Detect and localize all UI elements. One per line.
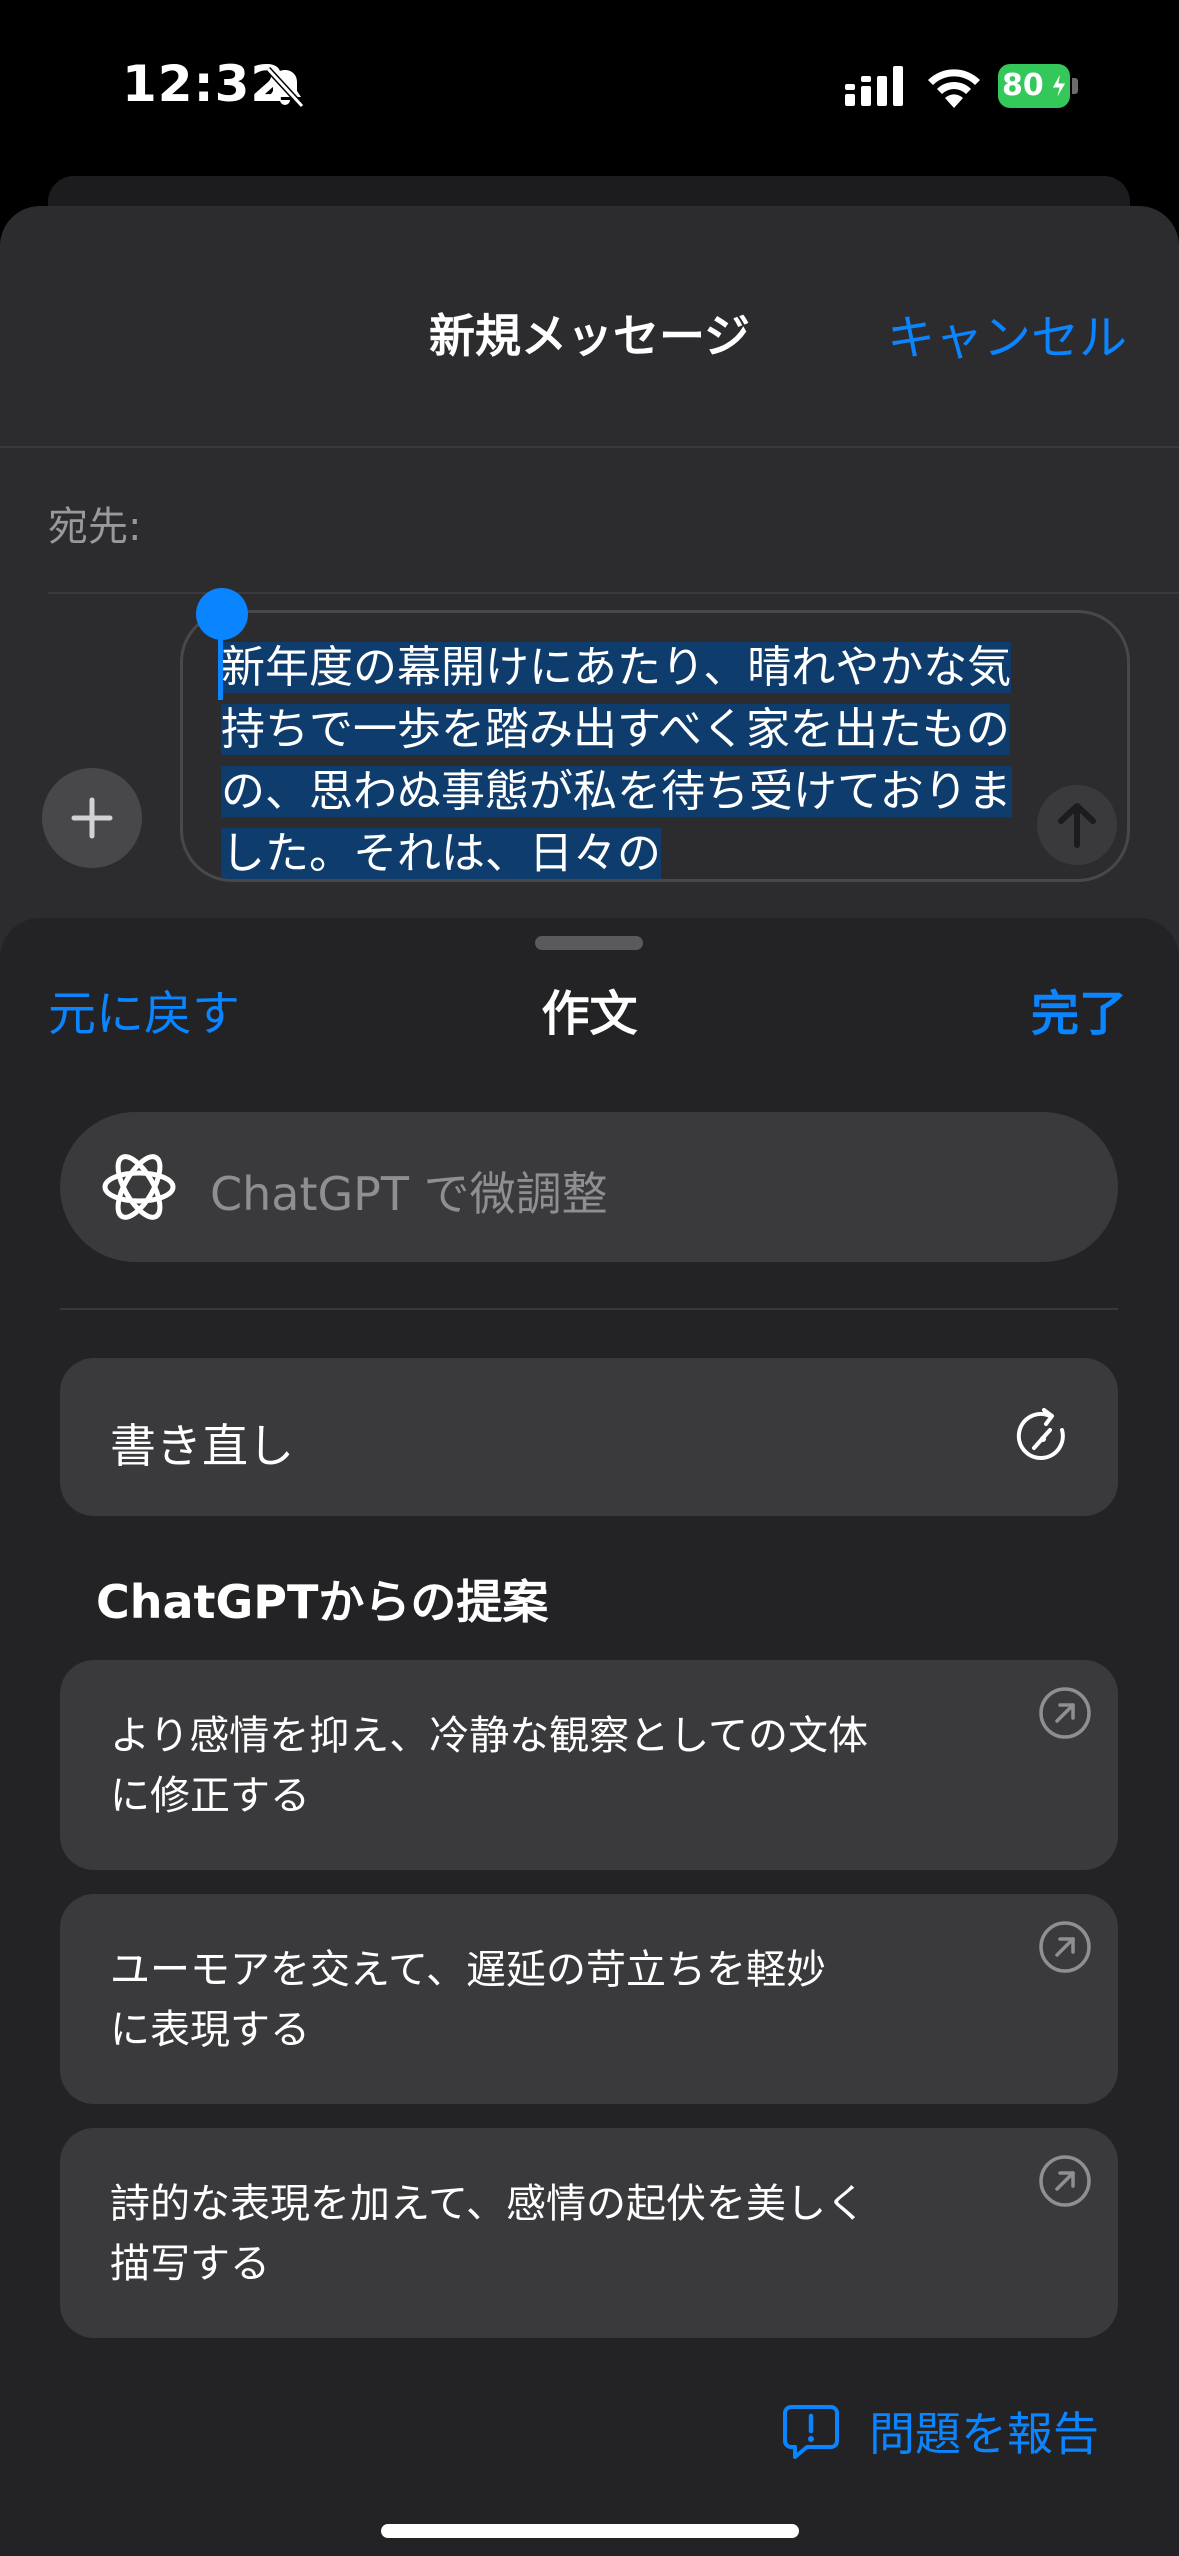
suggestion-line: 詩的な表現を加えて、感情の起伏を美しく (110, 2181, 866, 2227)
add-attachment-button[interactable] (42, 768, 142, 868)
arrow-up-right-circle-icon (1039, 1921, 1091, 1973)
done-button[interactable]: 完了 (1031, 974, 1127, 1044)
suggestion-line: より感情を抑え、冷静な観察としての文体 (110, 1713, 868, 1759)
chatgpt-placeholder: ChatGPT で微調整 (210, 1167, 608, 1221)
recipient-label: 宛先: (48, 504, 142, 550)
suggestion-line: ユーモアを交えて、遅延の苛立ちを軽妙 (110, 1947, 826, 1993)
chatgpt-refine-input[interactable]: ChatGPT で微調整 (60, 1112, 1118, 1262)
sheet-grabber[interactable] (535, 936, 643, 950)
battery-percent: 80 (1002, 68, 1044, 103)
suggestion-card[interactable]: 詩的な表現を加えて、感情の起伏を美しく 描写する (60, 2128, 1118, 2338)
rewrite-button[interactable]: 書き直し (60, 1358, 1118, 1516)
home-indicator[interactable] (381, 2524, 799, 2538)
suggestion-line: 描写する (110, 2241, 270, 2287)
panel-title: 作文 (541, 986, 638, 1042)
battery-charging-icon: 80 (998, 64, 1078, 108)
arrow-up-right-circle-icon (1039, 2155, 1091, 2207)
arrow-up-right-circle-icon (1039, 1687, 1091, 1739)
suggestion-card[interactable]: ユーモアを交えて、遅延の苛立ちを軽妙 に表現する (60, 1894, 1118, 2104)
header-divider (0, 446, 1179, 448)
panel-divider (60, 1308, 1118, 1310)
message-input[interactable]: 新年度の幕開けにあたり、晴れやかな気持ちで一歩を踏み出すべく家を出たものの、思わ… (180, 610, 1130, 882)
wifi-icon (928, 69, 980, 108)
message-text: 新年度の幕開けにあたり、晴れやかな気持ちで一歩を踏み出すべく家を出たものの、思わ… (221, 637, 1021, 879)
suggestion-card[interactable]: より感情を抑え、冷静な観察としての文体 に修正する (60, 1660, 1118, 1870)
report-issue-button[interactable]: 問題を報告 (781, 2396, 1099, 2466)
rewrite-label: 書き直し (110, 1419, 294, 1473)
suggestion-line: に表現する (110, 2007, 310, 2053)
bell-slash-icon (265, 66, 305, 109)
plus-icon (71, 797, 113, 839)
selection-caret (218, 620, 223, 700)
suggestion-text: より感情を抑え、冷静な観察としての文体 に修正する (110, 1706, 930, 1826)
status-bar: 12:32 80 (0, 0, 1179, 170)
cellular-signal-icon (845, 66, 903, 106)
selected-text: 新年度の幕開けにあたり、晴れやかな気持ちで一歩を踏み出すべく家を出たものの、思わ… (221, 642, 1012, 879)
writing-tools-panel: 元に戻す 作文 完了 ChatGPT で微調整 書き直し ChatGPTからの提… (0, 918, 1179, 2556)
cancel-button[interactable]: キャンセル (887, 298, 1127, 368)
arrow-up-icon (1058, 803, 1096, 848)
send-button[interactable] (1037, 785, 1117, 865)
exclamation-bubble-icon (783, 2405, 839, 2459)
suggestion-line: に修正する (110, 1773, 310, 1819)
chatgpt-logo-icon (102, 1154, 176, 1220)
suggestions-heading: ChatGPTからの提案 (96, 1575, 549, 1629)
suggestion-text: 詩的な表現を加えて、感情の起伏を美しく 描写する (110, 2174, 930, 2294)
rewrite-refresh-icon (1016, 1408, 1065, 1460)
bolt-icon (1051, 72, 1067, 100)
report-issue-label: 問題を報告 (869, 2407, 1099, 2461)
suggestion-text: ユーモアを交えて、遅延の苛立ちを軽妙 に表現する (110, 1940, 930, 2060)
